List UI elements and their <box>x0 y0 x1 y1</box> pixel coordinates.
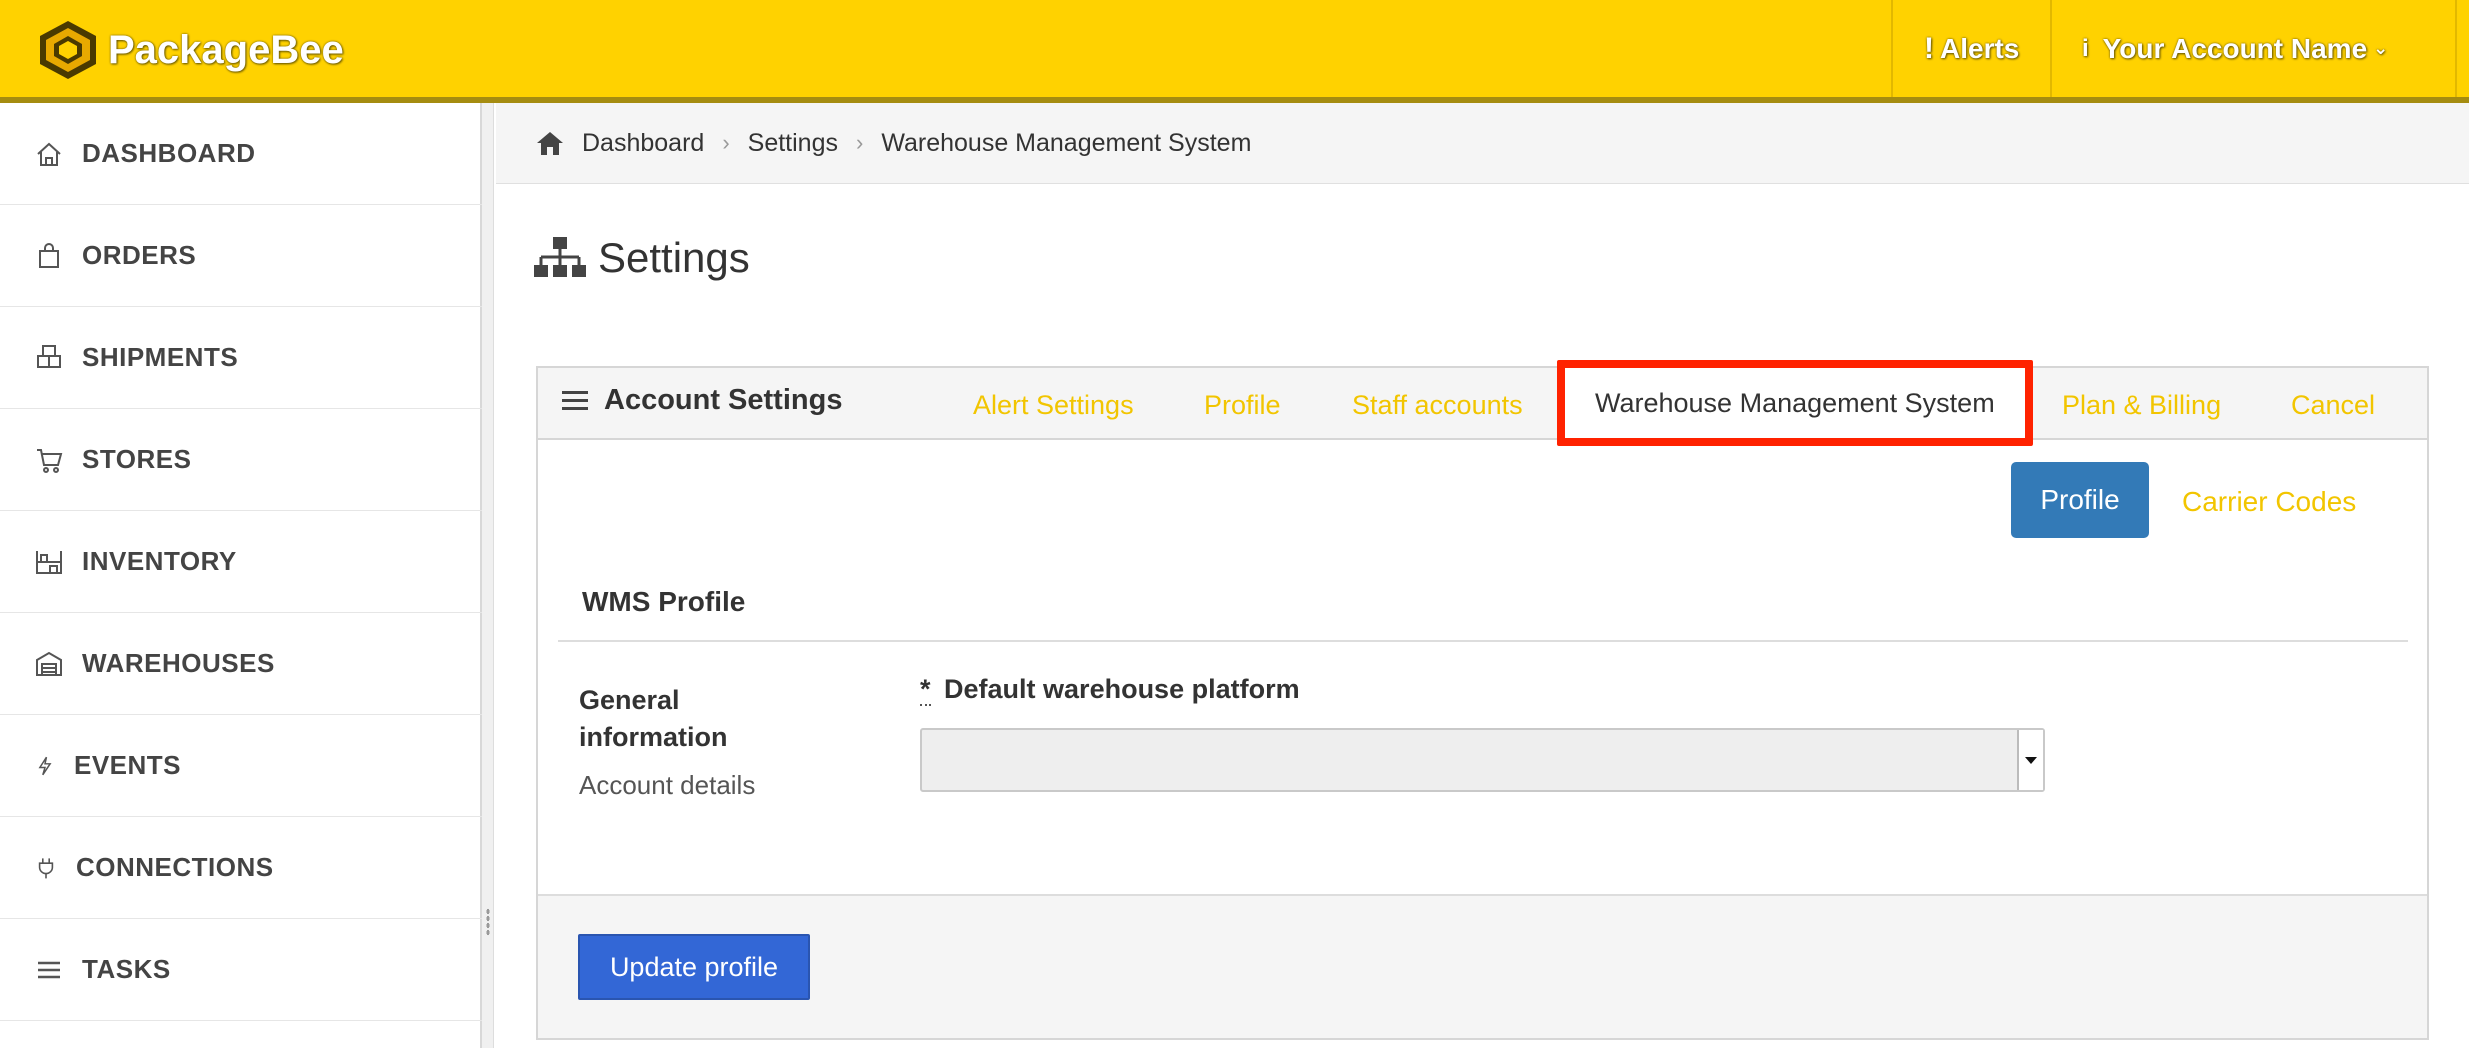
section-divider <box>558 640 2408 642</box>
grip-dots-icon <box>486 908 490 936</box>
sidebar-item-connections[interactable]: CONNECTIONS <box>0 817 482 919</box>
panel-title-text: Account Settings <box>604 384 843 416</box>
panel-header: Account Settings Alert Settings Profile … <box>538 360 2427 446</box>
chevron-down-icon: ⌄ <box>2373 38 2389 58</box>
shopping-bag-icon <box>39 242 59 268</box>
sidebar-item-orders[interactable]: ORDERS <box>0 205 482 307</box>
section-title: WMS Profile <box>582 586 746 617</box>
alerts-label: Alerts <box>1940 32 2020 64</box>
sidebar-item-label: WAREHOUSES <box>82 648 275 678</box>
bars-icon <box>562 390 588 410</box>
alerts-menu[interactable]: ! Alerts <box>1924 0 2019 97</box>
top-navbar: PackageBee ! Alerts i Your Account Name … <box>0 0 2469 103</box>
settings-panel: Account Settings Alert Settings Profile … <box>536 360 2429 1040</box>
tab-plan-billing[interactable]: Plan & Billing <box>2062 390 2221 421</box>
topbar-divider <box>1891 0 1893 97</box>
sidebar-item-label: CONNECTIONS <box>76 852 274 882</box>
bolt-icon <box>38 756 52 775</box>
topbar-divider <box>2050 0 2052 97</box>
sidebar-resize-handle[interactable] <box>482 103 494 1048</box>
breadcrumb: Dashboard › Settings › Warehouse Managem… <box>496 103 2469 184</box>
sidebar-item-warehouses[interactable]: WAREHOUSES <box>0 613 482 715</box>
group-subtitle: Account details <box>579 770 756 800</box>
chevron-right-icon: › <box>722 130 730 155</box>
warehouse-icon <box>36 651 62 676</box>
sidebar: DASHBOARD ORDERS SHIPMENTS STORES INVENT… <box>0 103 482 1048</box>
update-profile-button[interactable]: Update profile <box>578 934 810 1000</box>
sidebar-item-label: EVENTS <box>74 750 182 780</box>
tab-cancel[interactable]: Cancel <box>2291 390 2375 421</box>
caret-down-icon[interactable] <box>2017 730 2043 790</box>
hexagon-logo-icon <box>40 21 96 79</box>
tab-warehouse-management-system[interactable]: Warehouse Management System <box>1557 360 2033 446</box>
sidebar-item-label: SHIPMENTS <box>82 342 239 372</box>
brand-name: PackageBee <box>108 27 344 72</box>
sidebar-item-stores[interactable]: STORES <box>0 409 482 511</box>
home-icon <box>537 132 563 155</box>
chevron-right-icon: › <box>855 130 864 155</box>
account-name: Your Account Name <box>2102 32 2368 64</box>
sidebar-item-shipments[interactable]: SHIPMENTS <box>0 307 482 409</box>
breadcrumb-settings[interactable]: Settings <box>748 129 838 158</box>
exclamation-icon: ! <box>1924 31 1934 65</box>
tab-profile[interactable]: Profile <box>1204 390 1281 421</box>
default-warehouse-platform-select[interactable] <box>920 728 2045 792</box>
topbar-divider <box>2455 0 2457 97</box>
subtab-carrier-codes[interactable]: Carrier Codes <box>2182 486 2356 518</box>
field-label-text: Default warehouse platform <box>944 674 1300 704</box>
sidebar-item-events[interactable]: EVENTS <box>0 715 482 817</box>
cart-icon <box>37 448 63 473</box>
required-marker: * <box>920 674 931 706</box>
tab-alert-settings[interactable]: Alert Settings <box>973 390 1134 421</box>
plug-icon <box>38 857 54 878</box>
user-icon: i <box>2082 34 2089 62</box>
sidebar-item-label: INVENTORY <box>82 546 237 576</box>
page-title: Settings <box>598 234 750 281</box>
boxes-icon <box>37 344 61 368</box>
field-label: * Default warehouse platform <box>920 674 1300 706</box>
tab-staff-accounts[interactable]: Staff accounts <box>1352 390 1523 421</box>
panel-footer: Update profile <box>538 894 2427 1038</box>
subtab-profile-button[interactable]: Profile <box>2011 462 2149 538</box>
sitemap-icon <box>534 237 586 277</box>
breadcrumb-dashboard[interactable]: Dashboard <box>582 129 704 158</box>
account-menu[interactable]: i Your Account Name ⌄ <box>2082 0 2388 97</box>
sidebar-item-tasks[interactable]: TASKS <box>0 919 482 1021</box>
sidebar-item-label: DASHBOARD <box>82 138 256 168</box>
sidebar-item-label: ORDERS <box>82 240 197 270</box>
group-title: General information <box>579 685 728 752</box>
shelves-icon <box>36 550 62 574</box>
sidebar-item-inventory[interactable]: INVENTORY <box>0 511 482 613</box>
page-header: Settings <box>534 232 750 284</box>
sidebar-item-label: STORES <box>82 444 192 474</box>
list-icon <box>38 961 60 978</box>
brand-logo[interactable]: PackageBee <box>36 20 344 80</box>
sidebar-item-dashboard[interactable]: DASHBOARD <box>0 103 482 205</box>
panel-title: Account Settings <box>562 384 842 417</box>
home-icon <box>37 142 61 166</box>
sidebar-item-label: TASKS <box>82 954 171 984</box>
breadcrumb-current: Warehouse Management System <box>881 128 1252 157</box>
